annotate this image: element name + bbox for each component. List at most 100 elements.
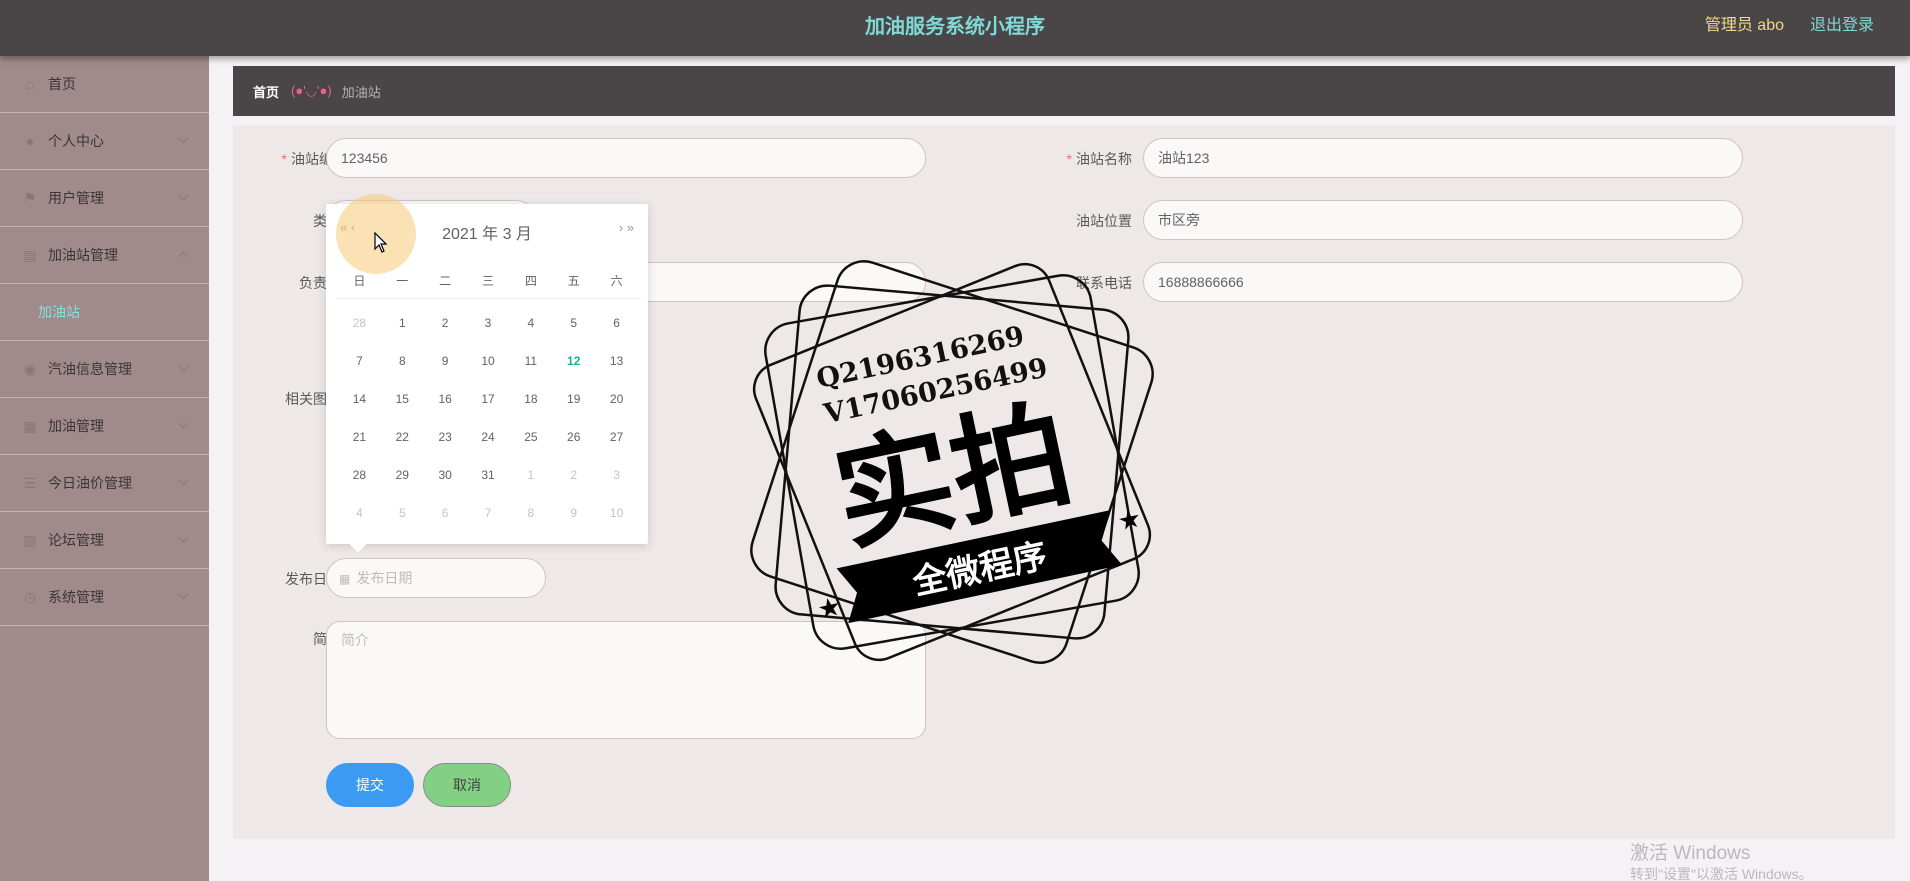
date-cell[interactable]: 5 <box>552 304 595 342</box>
date-cell[interactable]: 16 <box>424 380 467 418</box>
station-code-input[interactable]: 123456 <box>326 138 926 178</box>
date-cell[interactable]: 27 <box>595 418 638 456</box>
sidebar-item-user-management[interactable]: ⚑ 用户管理 <box>0 170 209 227</box>
date-cell[interactable]: 9 <box>552 494 595 532</box>
sidebar-item-station-management[interactable]: ▤ 加油站管理 <box>0 227 209 284</box>
sidebar-item-personal-center[interactable]: ● 个人中心 <box>0 113 209 170</box>
sidebar-item-label: 系统管理 <box>48 589 104 605</box>
weekday-label: 日 <box>353 274 366 288</box>
breadcrumb-home[interactable]: 首页 <box>253 82 279 101</box>
weekday-row: 日 一 二 三 四 五 六 <box>338 272 638 289</box>
date-cell[interactable]: 24 <box>467 418 510 456</box>
date-row: 7 8 9 10 11 12 13 <box>338 342 638 380</box>
chevron-down-icon <box>178 589 189 600</box>
breadcrumb: 首页 (●'◡'●) 加油站 <box>233 66 1895 116</box>
date-cell[interactable]: 5 <box>381 494 424 532</box>
grid-icon: ▦ <box>23 418 37 434</box>
breadcrumb-current: 加油站 <box>341 84 381 100</box>
sidebar-item-oil-price[interactable]: ☰ 今日油价管理 <box>0 455 209 512</box>
date-cell[interactable]: 12 <box>552 342 595 380</box>
location-input[interactable]: 市区旁 <box>1143 200 1743 240</box>
top-bar: 加油服务系统小程序 管理员 abo 退出登录 <box>0 0 1910 56</box>
date-cell[interactable]: 3 <box>467 304 510 342</box>
sidebar-item-label: 论坛管理 <box>48 532 104 548</box>
date-row: 28 29 30 31 1 2 3 <box>338 456 638 494</box>
date-row: 4 5 6 7 8 9 10 <box>338 494 638 532</box>
mouse-cursor-icon <box>374 232 388 253</box>
date-cell[interactable]: 1 <box>381 304 424 342</box>
date-cell[interactable]: 10 <box>595 494 638 532</box>
date-cell[interactable]: 21 <box>338 418 381 456</box>
date-cell[interactable]: 6 <box>595 304 638 342</box>
sidebar-item-label: 汽油信息管理 <box>48 361 132 377</box>
date-cell[interactable]: 13 <box>595 342 638 380</box>
date-cell[interactable]: 8 <box>381 342 424 380</box>
date-cell[interactable]: 15 <box>381 380 424 418</box>
date-cell[interactable]: 7 <box>338 342 381 380</box>
sidebar-item-gasoline-info[interactable]: ◉ 汽油信息管理 <box>0 341 209 398</box>
date-cell[interactable]: 4 <box>509 304 552 342</box>
weekday-label: 一 <box>396 274 409 288</box>
date-cell[interactable]: 31 <box>467 456 510 494</box>
breadcrumb-separator: (●'◡'●) <box>291 83 332 98</box>
date-cell[interactable]: 28 <box>338 456 381 494</box>
date-cell[interactable]: 22 <box>381 418 424 456</box>
date-cell[interactable]: 3 <box>595 456 638 494</box>
sidebar-item-label: 加油站管理 <box>48 247 118 263</box>
date-cell[interactable]: 4 <box>338 494 381 532</box>
chevron-up-icon <box>178 251 189 262</box>
date-grid: 28 1 2 3 4 5 6 7 8 9 10 11 12 13 14 15 16 17 18 19 20 21 22 23 2… <box>338 304 638 532</box>
station-name-input[interactable]: 油站123 <box>1143 138 1743 178</box>
star-icon: ★ <box>815 591 844 625</box>
date-row: 14 15 16 17 18 19 20 <box>338 380 638 418</box>
divider <box>338 298 638 299</box>
date-cell[interactable]: 26 <box>552 418 595 456</box>
cancel-button[interactable]: 取消 <box>423 763 511 807</box>
admin-label: 管理员 abo <box>1704 17 1784 34</box>
date-cell[interactable]: 17 <box>467 380 510 418</box>
sidebar-item-label: 用户管理 <box>48 190 104 206</box>
date-cell[interactable]: 25 <box>509 418 552 456</box>
date-cell[interactable]: 6 <box>424 494 467 532</box>
logout-link[interactable]: 退出登录 <box>1810 0 1874 52</box>
date-cell[interactable]: 20 <box>595 380 638 418</box>
list-icon: ☰ <box>23 475 37 491</box>
date-cell[interactable]: 2 <box>552 456 595 494</box>
weekday-label: 五 <box>567 274 580 288</box>
date-row: 28 1 2 3 4 5 6 <box>338 304 638 342</box>
sidebar-item-refuel-management[interactable]: ▦ 加油管理 <box>0 398 209 455</box>
date-cell[interactable]: 28 <box>338 304 381 342</box>
chevron-down-icon <box>178 190 189 201</box>
date-cell[interactable]: 9 <box>424 342 467 380</box>
sidebar-item-system[interactable]: ◷ 系统管理 <box>0 569 209 626</box>
date-cell[interactable]: 23 <box>424 418 467 456</box>
date-cell[interactable]: 18 <box>509 380 552 418</box>
publish-date-input[interactable]: ▦ 发布日期 <box>326 558 546 598</box>
date-cell[interactable]: 14 <box>338 380 381 418</box>
weekday-label: 四 <box>524 274 537 288</box>
submit-button[interactable]: 提交 <box>326 763 414 807</box>
watermark-stamp: Q2196316269 V17060256499 实拍 全微程序 ★ ★ <box>750 260 1154 664</box>
date-cell[interactable]: 30 <box>424 456 467 494</box>
sidebar-subitem-station[interactable]: 加油站 <box>0 284 209 341</box>
phone-input[interactable]: 16888866666 <box>1143 262 1743 302</box>
home-icon: ⌂ <box>25 76 35 92</box>
date-cell[interactable]: 2 <box>424 304 467 342</box>
sidebar-item-label: 个人中心 <box>48 133 104 149</box>
date-cell[interactable]: 19 <box>552 380 595 418</box>
sidebar: ⌂ 首页 ● 个人中心 ⚑ 用户管理 ▤ 加油站管理 加油站 ◉ 汽油信息管理 … <box>0 56 209 881</box>
date-cell[interactable]: 8 <box>509 494 552 532</box>
weekday-label: 二 <box>439 274 452 288</box>
sidebar-item-label: 加油管理 <box>48 418 104 434</box>
sidebar-item-label: 首页 <box>48 76 76 92</box>
next-month-year-button[interactable]: › » <box>619 220 634 235</box>
date-cell[interactable]: 11 <box>509 342 552 380</box>
date-cell[interactable]: 10 <box>467 342 510 380</box>
date-cell[interactable]: 7 <box>467 494 510 532</box>
date-cell[interactable]: 29 <box>381 456 424 494</box>
sidebar-item-forum[interactable]: ▥ 论坛管理 <box>0 512 209 569</box>
app-title: 加油服务系统小程序 <box>865 16 1045 38</box>
chevron-down-icon <box>178 475 189 486</box>
date-cell[interactable]: 1 <box>509 456 552 494</box>
sidebar-item-home[interactable]: ⌂ 首页 <box>0 56 209 113</box>
